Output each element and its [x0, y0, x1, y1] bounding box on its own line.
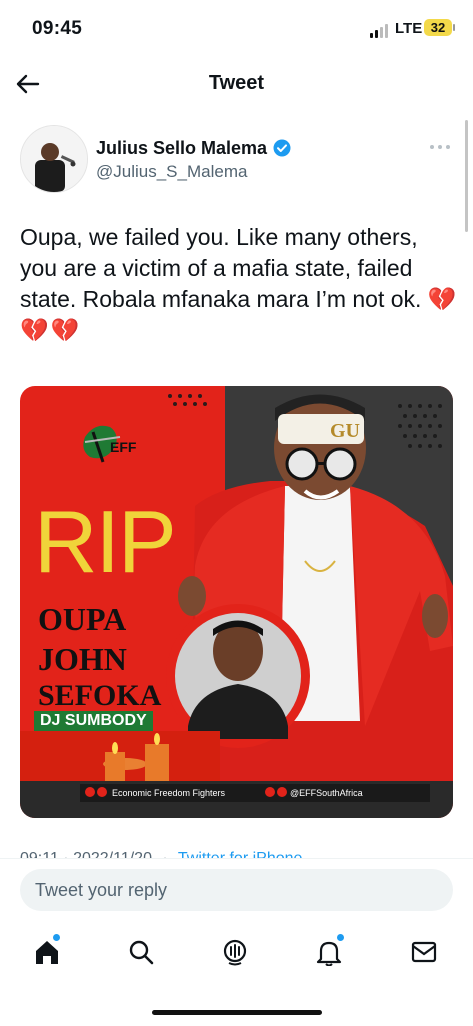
page-title: Tweet: [208, 72, 265, 94]
home-notification-dot: [53, 934, 60, 941]
signal-icon: [370, 24, 388, 38]
tweet-text: Oupa, we failed you. Like many others, y…: [20, 222, 460, 346]
avatar-image: [21, 126, 87, 192]
battery-tip: [453, 24, 455, 31]
poster-name-line-2: JOHN: [38, 641, 127, 677]
tab-home[interactable]: [27, 932, 67, 972]
more-icon: [430, 145, 450, 149]
nav-header: Tweet: [0, 62, 473, 106]
network-label: LTE: [395, 20, 423, 37]
tab-messages[interactable]: [404, 932, 444, 972]
tweet-body: Oupa, we failed you. Like many others, y…: [20, 224, 422, 312]
reply-input[interactable]: Tweet your reply: [20, 869, 453, 911]
author-name[interactable]: Julius Sello Malema: [96, 138, 267, 159]
battery-icon: 32: [424, 19, 452, 36]
status-time: 09:45: [32, 18, 83, 39]
reply-placeholder: Tweet your reply: [35, 880, 168, 900]
status-bar: 09:45 LTE 32: [0, 0, 473, 52]
home-indicator: [152, 1010, 322, 1015]
poster-name-line-1: OUPA: [38, 601, 127, 637]
footer-right-text: @EFFSouthAfrica: [290, 788, 363, 798]
scrollbar[interactable]: [465, 120, 468, 232]
verified-badge-icon: [273, 139, 291, 157]
tab-notifications[interactable]: [309, 932, 349, 972]
party-logo-text: EFF: [110, 439, 137, 455]
spaces-icon: [223, 939, 247, 966]
tab-bar: [0, 924, 473, 984]
tweet-media-image[interactable]: GU EFF Economic Freedom Fighters @EFFSou…: [20, 386, 453, 818]
footer-left-text: Economic Freedom Fighters: [112, 788, 226, 798]
tab-spaces[interactable]: [215, 932, 255, 972]
messages-icon: [411, 941, 437, 963]
notifications-dot: [337, 934, 344, 941]
poster-rip: RIP: [34, 492, 177, 591]
search-icon: [129, 940, 154, 965]
tab-search[interactable]: [121, 932, 161, 972]
poster-name-line-3: SEFOKA: [38, 679, 162, 712]
cap-logo-text: GU: [330, 420, 360, 442]
reply-bar: Tweet your reply: [0, 859, 473, 921]
poster-alias: DJ SUMBODY: [34, 711, 153, 731]
notifications-icon: [316, 941, 342, 966]
author-handle[interactable]: @Julius_S_Malema: [96, 162, 247, 182]
more-options-button[interactable]: [428, 140, 452, 154]
home-icon: [36, 941, 58, 964]
avatar[interactable]: [20, 125, 88, 193]
